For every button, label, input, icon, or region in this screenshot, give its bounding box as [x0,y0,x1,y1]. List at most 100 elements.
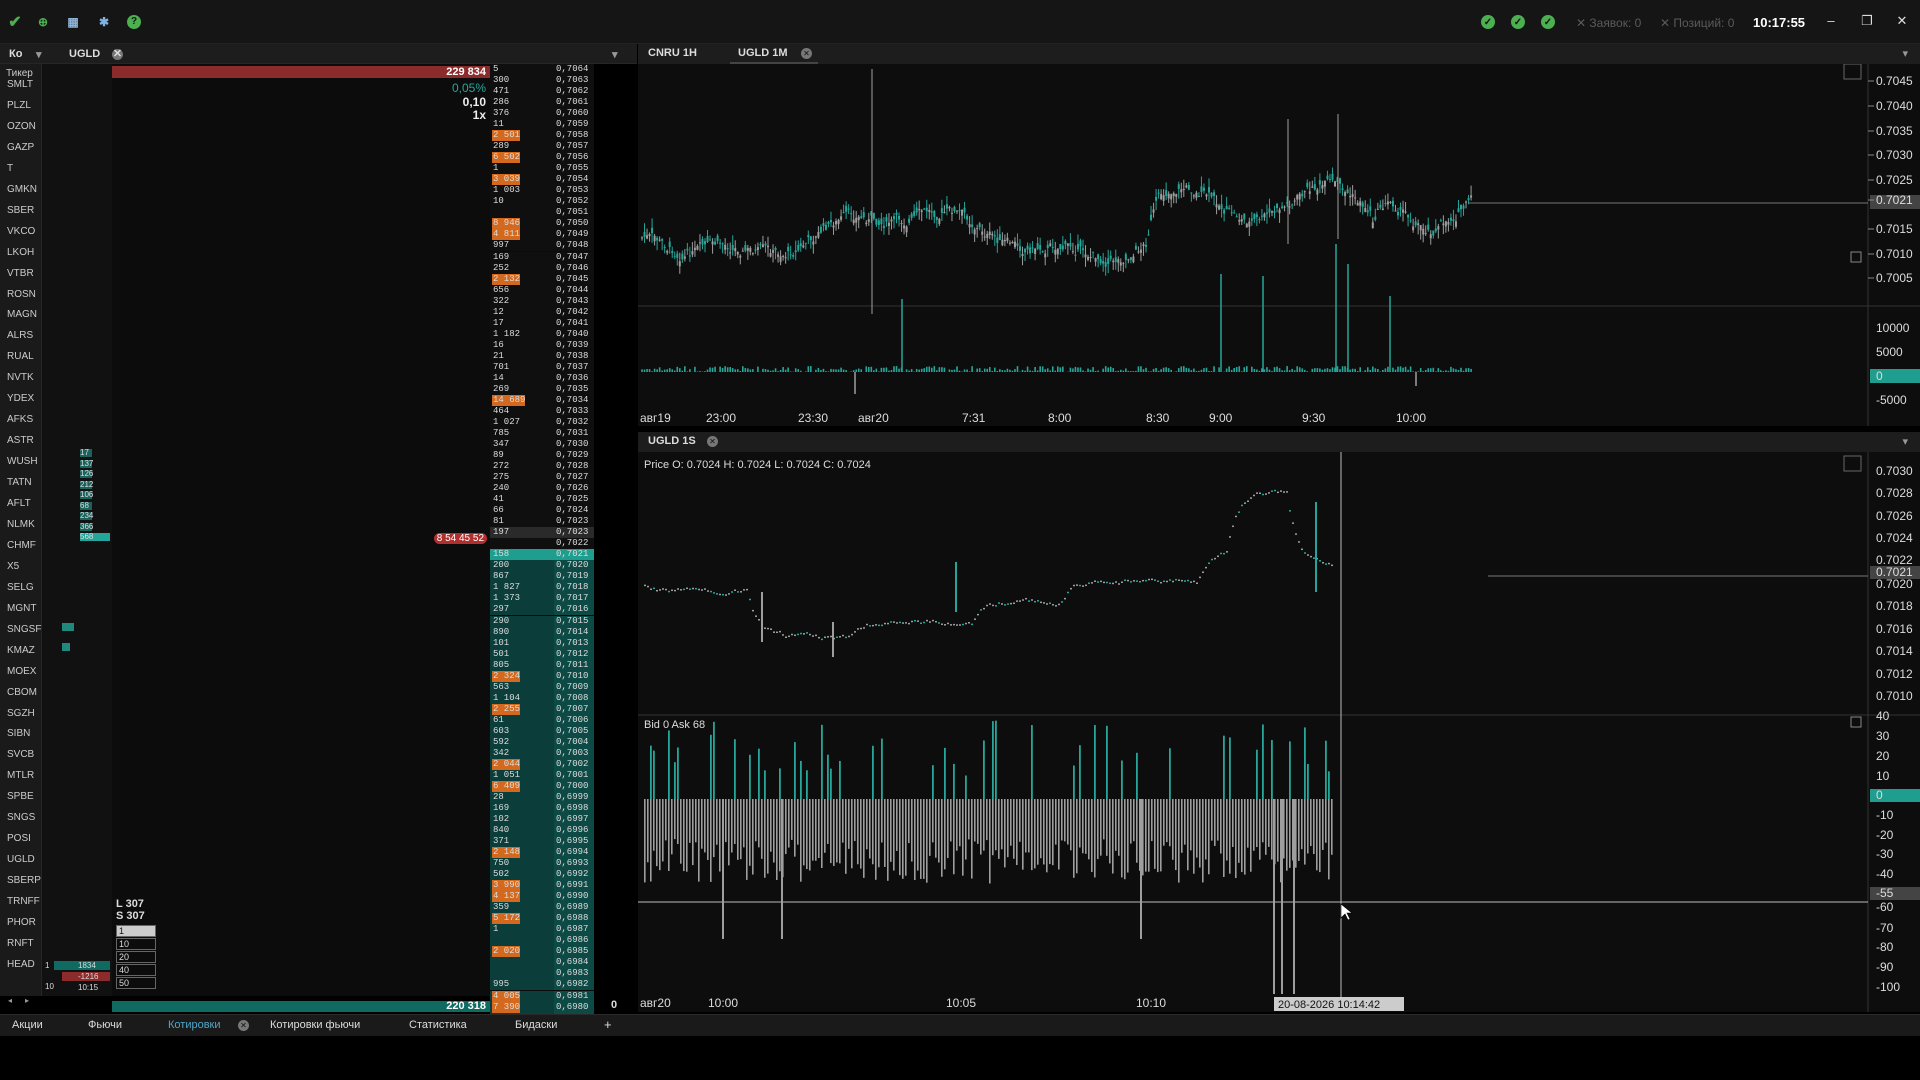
ladder-row[interactable]: 805 0,7011 [490,659,594,671]
ladder-row[interactable]: 359 0,6989 [490,902,594,914]
price-ladder[interactable]: 5 0,7064 300 0,7063 471 0,7062 286 0,7061 376 0,7… [490,64,594,1024]
ladder-row[interactable]: 102 0,6997 [490,814,594,826]
ladder-row[interactable]: 275 0,7027 [490,472,594,484]
ticker-item[interactable]: OZON [7,117,41,137]
ladder-row[interactable]: 0,6984 [490,957,594,969]
help-icon[interactable]: ? [125,13,143,31]
ticker-item[interactable]: MAGN [7,305,41,325]
bottom-chart-panel[interactable]: Price O: 0.7024 H: 0.7024 L: 0.7024 C: 0… [638,452,1920,1012]
minimize-button[interactable]: – [1821,13,1841,31]
ladder-row[interactable]: 14 689 0,7034 [490,394,594,406]
close-icon[interactable]: ✕ [112,49,123,60]
ladder-row[interactable]: 269 0,7035 [490,383,594,395]
ticker-item[interactable]: NLMK [7,515,41,535]
ladder-row[interactable]: 7 390 0,6980 [490,1001,594,1013]
ticker-item[interactable]: VTBR [7,264,41,284]
ladder-row[interactable]: 289 0,7057 [490,141,594,153]
quantity-option[interactable]: 1 [116,925,156,937]
restore-button[interactable]: ❐ [1857,13,1877,31]
positions-count[interactable]: ✕ Позиций: 0 [1660,16,1734,30]
quantity-option[interactable]: 10 [116,938,156,950]
ladder-row[interactable]: 4 811 0,7049 [490,229,594,241]
add-tab-button[interactable]: + [604,1017,612,1032]
ladder-row[interactable]: 376 0,7060 [490,108,594,120]
ladder-row[interactable]: 61 0,7006 [490,714,594,726]
close-button[interactable]: ✕ [1892,13,1912,31]
ticker-item[interactable]: SVCB [7,745,41,765]
quantity-option[interactable]: 50 [116,977,156,989]
ladder-row[interactable]: 501 0,7012 [490,648,594,660]
tab-futures-quotes[interactable]: Котировки фьючи [270,1019,360,1031]
ticker-item[interactable]: T [7,159,41,179]
ticker-item[interactable]: CBOM [7,683,41,703]
ladder-row[interactable]: 6 409 0,7000 [490,780,594,792]
ticker-item[interactable]: VKCO [7,222,41,242]
ladder-row[interactable]: 4 137 0,6990 [490,891,594,903]
ticker-item[interactable]: ROSN [7,285,41,305]
ticker-item[interactable]: TRNFF [7,892,41,912]
ladder-row[interactable]: 10 0,7052 [490,196,594,208]
ladder-row[interactable]: 286 0,7061 [490,97,594,109]
ticker-item[interactable]: PLZL [7,96,41,116]
ticker-item[interactable]: SPBE [7,787,41,807]
ticker-item[interactable]: SNGSF [7,620,41,640]
ticker-item[interactable]: UGLD [7,850,41,870]
ladder-row[interactable]: 89 0,7029 [490,450,594,462]
ticker-item[interactable]: SELG [7,578,41,598]
ticker-item[interactable]: WUSH [7,452,41,472]
ladder-row[interactable]: 169 0,6998 [490,803,594,814]
logo-icon[interactable]: ✔ [6,13,24,31]
ticker-item[interactable]: SBERP [7,871,41,891]
ladder-row[interactable]: 750 0,6993 [490,858,594,870]
ladder-row[interactable]: 1 0,6987 [490,924,594,936]
ladder-row[interactable]: 0,6986 [490,935,594,947]
ladder-row[interactable]: 890 0,7014 [490,626,594,638]
ticker-item[interactable]: SMLT [7,75,41,95]
ladder-row[interactable]: 14 0,7036 [490,372,594,384]
ladder-row[interactable]: 200 0,7020 [490,560,594,572]
ladder-row[interactable]: 169 0,7047 [490,251,594,263]
ticker-item[interactable]: ASTR [7,431,41,451]
ladder-row[interactable]: 4 005 0,6981 [490,990,594,1002]
ladder-row[interactable]: 101 0,7013 [490,637,594,649]
ticker-item[interactable]: TATN [7,473,41,493]
scroll-left-icon[interactable]: ◂ [8,996,12,1005]
ladder-row[interactable]: 563 0,7009 [490,681,594,693]
tab-ugld-1s[interactable]: UGLD 1S [648,435,696,447]
ladder-row[interactable]: 656 0,7044 [490,284,594,296]
ticker-item[interactable]: X5 [7,557,41,577]
ticker-item[interactable]: PHOR [7,913,41,933]
tab-stocks[interactable]: Акции [12,1019,43,1031]
ladder-row[interactable]: 1 003 0,7053 [490,185,594,197]
ticker-item[interactable]: POSI [7,829,41,849]
quantity-option[interactable]: 40 [116,964,156,976]
close-icon[interactable]: ✕ [238,1020,249,1031]
ladder-row[interactable]: 592 0,7004 [490,736,594,748]
scroll-right-icon[interactable]: ▸ [25,996,29,1005]
ladder-row[interactable]: 81 0,7023 [490,516,594,528]
ladder-row[interactable]: 17 0,7041 [490,317,594,329]
ladder-row[interactable]: 2 501 0,7058 [490,130,594,142]
ladder-row[interactable]: 1 182 0,7040 [490,328,594,340]
ticker-item[interactable]: SIBN [7,724,41,744]
ladder-row[interactable]: 2 044 0,7002 [490,758,594,770]
tab-ugld-1m[interactable]: UGLD 1M [738,47,788,59]
tab-quotes[interactable]: Котировки [168,1019,221,1031]
ladder-row[interactable]: 603 0,7005 [490,725,594,737]
ladder-row[interactable]: 16 0,7039 [490,339,594,351]
ladder-row[interactable]: 2 148 0,6994 [490,847,594,859]
ladder-row[interactable]: 1 027 0,7032 [490,416,594,428]
ticker-item[interactable]: NVTK [7,368,41,388]
ladder-row[interactable]: 5 0,7064 [490,64,594,75]
chevron-down-icon[interactable]: ▾ [36,48,42,61]
ticker-item[interactable]: MTLR [7,766,41,786]
ladder-row[interactable]: 2 132 0,7045 [490,273,594,285]
ladder-row[interactable]: 158 0,7021 [490,549,594,561]
ladder-row[interactable]: 2 020 0,6985 [490,946,594,958]
chevron-down-icon[interactable]: ▾ [612,48,618,61]
ladder-row[interactable]: 3 039 0,7054 [490,174,594,186]
tab-ugld[interactable]: UGLD [69,48,100,60]
ladder-row[interactable]: 785 0,7031 [490,427,594,439]
ladder-row[interactable]: 28 0,6999 [490,791,594,803]
ticker-item[interactable]: MOEX [7,662,41,682]
